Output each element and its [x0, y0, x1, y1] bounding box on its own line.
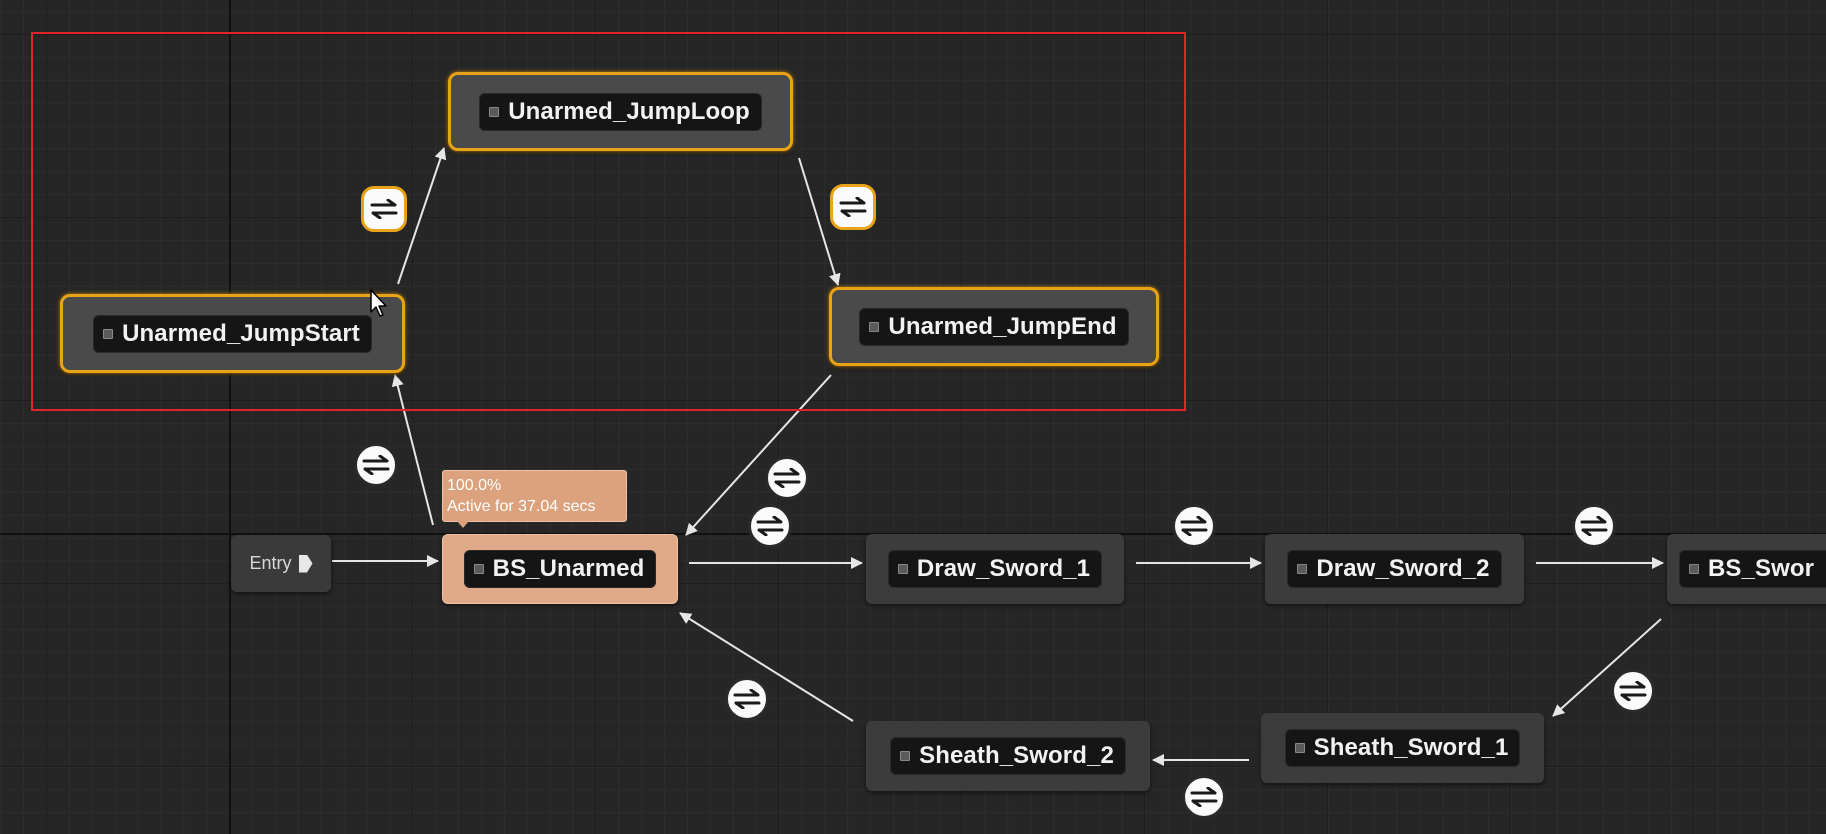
state-title-bar: Unarmed_JumpLoop: [479, 92, 762, 131]
state-label: Unarmed_JumpStart: [122, 319, 360, 347]
state-node-icon: [473, 564, 484, 574]
state-draw-sword-1[interactable]: Draw_Sword_1: [866, 534, 1124, 604]
state-draw-sword-2[interactable]: Draw_Sword_2: [1265, 534, 1524, 604]
transition-rule-icon[interactable]: [830, 184, 876, 230]
state-title-bar: Unarmed_JumpStart: [93, 314, 372, 353]
state-node-icon: [900, 751, 911, 761]
transition-rule-icon[interactable]: [748, 504, 792, 548]
state-title-bar: BS_Unarmed: [463, 550, 657, 588]
state-node-icon: [1294, 743, 1305, 753]
state-label: Unarmed_JumpLoop: [508, 97, 750, 125]
state-node-icon: [1297, 564, 1308, 574]
state-bs-sword[interactable]: BS_Swor: [1667, 534, 1826, 604]
entry-node[interactable]: Entry: [231, 535, 331, 592]
state-unarmed-jump-start[interactable]: Unarmed_JumpStart: [60, 294, 405, 373]
state-node-icon: [103, 328, 114, 339]
state-title-bar: Unarmed_JumpEnd: [859, 307, 1129, 346]
active-duration: Active for 37.04 secs: [447, 498, 596, 515]
exec-arrow-icon: [298, 554, 313, 573]
transition-rule-icon[interactable]: [725, 677, 769, 721]
entry-label: Entry: [249, 553, 292, 573]
state-bs-unarmed[interactable]: BS_Unarmed: [442, 534, 678, 604]
state-unarmed-jump-loop[interactable]: Unarmed_JumpLoop: [448, 72, 793, 151]
state-label: Draw_Sword_1: [916, 555, 1091, 582]
active-state-tooltip: 100.0% Active for 37.04 secs: [442, 470, 627, 528]
transition-rule-icon[interactable]: [1572, 504, 1616, 548]
state-title-bar: Draw_Sword_1: [887, 550, 1103, 588]
state-unarmed-jump-end[interactable]: Unarmed_JumpEnd: [829, 287, 1159, 366]
state-title-bar: Sheath_Sword_2: [890, 737, 1126, 775]
state-title-bar: BS_Swor: [1679, 550, 1826, 588]
transition-rule-icon[interactable]: [1182, 775, 1226, 819]
state-label: Sheath_Sword_1: [1313, 734, 1509, 761]
mouse-cursor-icon: [370, 289, 387, 317]
state-label: BS_Unarmed: [492, 555, 645, 582]
state-label: Unarmed_JumpEnd: [888, 312, 1117, 340]
state-label: Draw_Sword_2: [1316, 555, 1490, 582]
state-node-icon: [1689, 564, 1699, 574]
state-label: BS_Swor: [1708, 555, 1815, 582]
state-title-bar: Sheath_Sword_1: [1284, 729, 1521, 767]
transition-rule-icon[interactable]: [1611, 669, 1655, 713]
state-sheath-sword-2[interactable]: Sheath_Sword_2: [866, 721, 1150, 791]
transition-rule-icon[interactable]: [765, 456, 809, 500]
state-node-icon: [869, 321, 880, 332]
state-title-bar: Draw_Sword_2: [1287, 550, 1502, 588]
state-node-icon: [489, 106, 500, 117]
transition-rule-icon[interactable]: [354, 443, 398, 487]
state-machine-graph[interactable]: Entry Unarmed_JumpLoop Unarmed_JumpStart…: [0, 0, 1826, 834]
state-label: Sheath_Sword_2: [919, 742, 1114, 769]
state-sheath-sword-1[interactable]: Sheath_Sword_1: [1261, 713, 1544, 783]
blend-weight: 100.0%: [447, 477, 502, 494]
transition-rule-icon[interactable]: [361, 186, 407, 232]
transition-rule-icon[interactable]: [1172, 504, 1216, 548]
state-node-icon: [897, 564, 908, 574]
